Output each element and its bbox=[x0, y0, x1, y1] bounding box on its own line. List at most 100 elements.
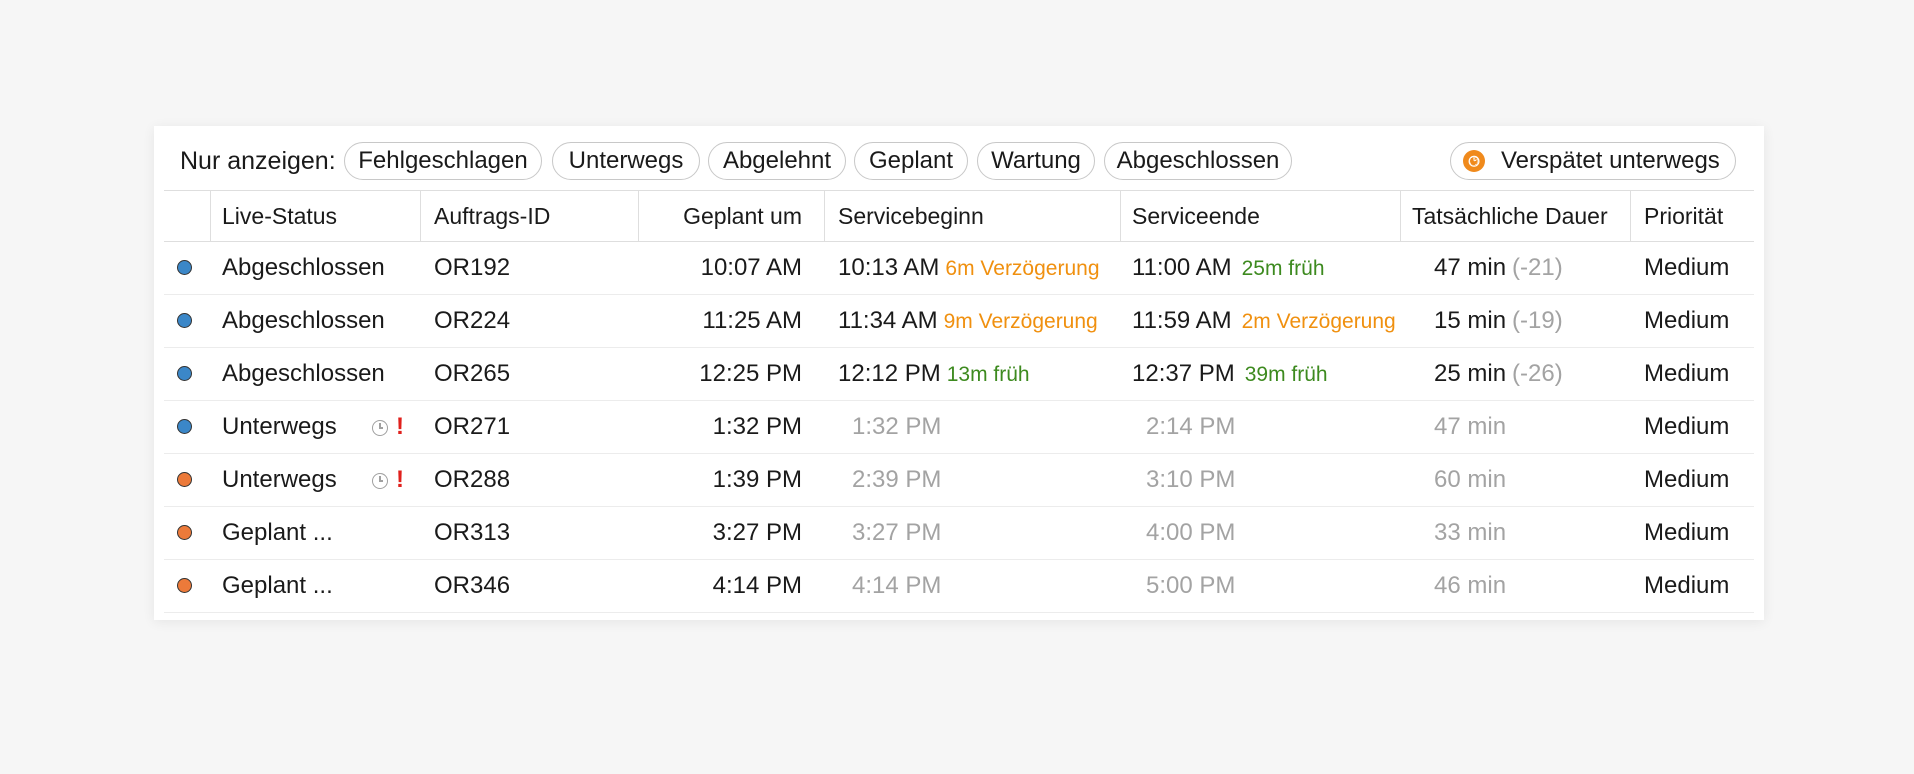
column-header-prioritaet[interactable]: Priorität bbox=[1644, 191, 1723, 241]
filter-chip-wartung[interactable]: Wartung bbox=[977, 142, 1095, 180]
filter-label: Nur anzeigen: bbox=[180, 147, 336, 175]
table-row[interactable]: Unterwegs! OR288 1:39 PM 2:39 PM 3:10 PM 60 m… bbox=[164, 454, 1754, 507]
table-row[interactable]: Unterwegs! OR271 1:32 PM 1:32 PM 2:14 PM 47 m… bbox=[164, 401, 1754, 454]
column-divider bbox=[1400, 191, 1401, 241]
service-start: 11:34 AM 9m Verzögerung bbox=[838, 295, 1098, 347]
status-dot-icon bbox=[177, 578, 192, 593]
status-dot-icon bbox=[177, 472, 192, 487]
actual-duration: 33 min bbox=[1434, 507, 1506, 559]
planned-time: 10:07 AM bbox=[700, 254, 802, 281]
table-row[interactable]: Geplant ... OR313 3:27 PM 3:27 PM 4:00 PM 33 … bbox=[164, 507, 1754, 560]
service-start-time: 11:34 AM bbox=[838, 307, 938, 334]
service-start-deviation: 13m früh bbox=[946, 363, 1030, 386]
status-dot-icon bbox=[177, 366, 192, 381]
order-id: OR271 bbox=[434, 413, 511, 440]
table-row[interactable]: Geplant ... OR346 4:14 PM 4:14 PM 5:00 PM 46 … bbox=[164, 560, 1754, 613]
planned-time: 4:14 PM bbox=[712, 572, 802, 599]
priority: Medium bbox=[1644, 254, 1730, 281]
late-chip-label: Verspätet unterwegs bbox=[1501, 147, 1720, 174]
priority: Medium bbox=[1644, 519, 1730, 546]
orders-panel: Nur anzeigen: Fehlgeschlagen Unterwegs A… bbox=[154, 126, 1764, 620]
table-header: Live-Status Auftrags-ID Geplant um Servi… bbox=[164, 190, 1754, 242]
table-row[interactable]: Abgeschlossen OR265 12:25 PM 12:12 PM 13m fr… bbox=[164, 348, 1754, 401]
duration-difference: (-26) bbox=[1512, 360, 1563, 387]
service-start: 10:13 AM 6m Verzögerung bbox=[838, 242, 1100, 294]
table-row[interactable]: Abgeschlossen OR192 10:07 AM 10:13 AM 6m Ver… bbox=[164, 242, 1754, 295]
order-id: OR224 bbox=[434, 307, 511, 334]
status-dot-icon bbox=[177, 313, 192, 328]
column-header-servicebeginn[interactable]: Servicebeginn bbox=[838, 191, 984, 241]
filter-chip-abgelehnt[interactable]: Abgelehnt bbox=[708, 142, 846, 180]
column-header-tatsaechliche-dauer[interactable]: Tatsächliche Dauer bbox=[1412, 191, 1608, 241]
service-start-time: 2:39 PM bbox=[852, 466, 942, 493]
service-start: 3:27 PM bbox=[852, 507, 941, 559]
live-status: Unterwegs bbox=[222, 466, 337, 493]
live-status: Unterwegs bbox=[222, 413, 337, 440]
service-end-deviation: 39m früh bbox=[1244, 363, 1328, 386]
service-end-time: 3:10 PM bbox=[1146, 466, 1236, 493]
planned-time: 3:27 PM bbox=[712, 519, 802, 546]
actual-duration-value: 33 min bbox=[1434, 519, 1507, 546]
order-id: OR288 bbox=[434, 466, 511, 493]
live-status: Geplant ... bbox=[222, 572, 333, 599]
service-end: 2:14 PM bbox=[1146, 401, 1235, 453]
priority: Medium bbox=[1644, 307, 1730, 334]
actual-duration: 47 min bbox=[1434, 401, 1506, 453]
actual-duration-value: 46 min bbox=[1434, 572, 1507, 599]
late-clock-icon: 🕑︎ bbox=[1463, 150, 1485, 172]
service-start: 4:14 PM bbox=[852, 560, 941, 612]
priority: Medium bbox=[1644, 360, 1730, 387]
column-divider bbox=[1120, 191, 1121, 241]
table-row[interactable]: Abgeschlossen OR224 11:25 AM 11:34 AM 9m Ver… bbox=[164, 295, 1754, 348]
service-start-deviation: 6m Verzögerung bbox=[945, 257, 1100, 280]
status-dot-icon bbox=[177, 525, 192, 540]
service-start: 12:12 PM 13m früh bbox=[838, 348, 1030, 400]
status-dot-icon bbox=[177, 419, 192, 434]
planned-time: 11:25 AM bbox=[702, 307, 802, 334]
service-end-deviation: 2m Verzögerung bbox=[1241, 310, 1396, 333]
filter-chip-verspaetet-unterwegs[interactable]: 🕑︎ Verspätet unterwegs bbox=[1450, 142, 1736, 180]
actual-duration-value: 25 min bbox=[1434, 360, 1507, 387]
order-id: OR346 bbox=[434, 572, 511, 599]
planned-time: 1:39 PM bbox=[712, 466, 802, 493]
column-header-geplant-um[interactable]: Geplant um bbox=[638, 191, 802, 241]
service-end: 3:10 PM bbox=[1146, 454, 1235, 506]
service-end-deviation: 25m früh bbox=[1241, 257, 1325, 280]
live-status: Abgeschlossen bbox=[222, 360, 385, 387]
service-end: 12:37 PM 39m früh bbox=[1132, 348, 1328, 400]
service-start-time: 12:12 PM bbox=[838, 360, 941, 387]
service-end-time: 5:00 PM bbox=[1146, 572, 1236, 599]
filter-chip-abgeschlossen[interactable]: Abgeschlossen bbox=[1104, 142, 1292, 180]
column-divider bbox=[420, 191, 421, 241]
priority: Medium bbox=[1644, 572, 1730, 599]
column-header-auftrags-id[interactable]: Auftrags-ID bbox=[434, 191, 550, 241]
filter-chip-unterwegs[interactable]: Unterwegs bbox=[552, 142, 700, 180]
actual-duration: 60 min bbox=[1434, 454, 1506, 506]
planned-time: 12:25 PM bbox=[699, 360, 802, 387]
column-divider bbox=[210, 191, 211, 241]
service-start-deviation: 9m Verzögerung bbox=[943, 310, 1098, 333]
service-end-time: 11:00 AM bbox=[1132, 254, 1232, 281]
service-end: 11:59 AM 2m Verzögerung bbox=[1132, 295, 1396, 347]
service-start: 2:39 PM bbox=[852, 454, 941, 506]
service-end: 5:00 PM bbox=[1146, 560, 1235, 612]
duration-difference: (-19) bbox=[1512, 307, 1563, 334]
service-start: 1:32 PM bbox=[852, 401, 941, 453]
clock-icon bbox=[372, 420, 388, 436]
column-header-serviceende[interactable]: Serviceende bbox=[1132, 191, 1260, 241]
actual-duration: 46 min bbox=[1434, 560, 1506, 612]
status-dot-icon bbox=[177, 260, 192, 275]
actual-duration-value: 47 min bbox=[1434, 413, 1507, 440]
filter-chip-fehlgeschlagen[interactable]: Fehlgeschlagen bbox=[344, 142, 542, 180]
duration-difference: (-21) bbox=[1512, 254, 1563, 281]
filter-chip-geplant[interactable]: Geplant bbox=[854, 142, 968, 180]
actual-duration-value: 60 min bbox=[1434, 466, 1507, 493]
live-status: Geplant ... bbox=[222, 519, 333, 546]
actual-duration: 25 min (-26) bbox=[1434, 348, 1563, 400]
actual-duration: 15 min (-19) bbox=[1434, 295, 1563, 347]
column-header-live-status[interactable]: Live-Status bbox=[222, 191, 337, 241]
service-end: 11:00 AM 25m früh bbox=[1132, 242, 1325, 294]
service-start-time: 1:32 PM bbox=[852, 413, 942, 440]
planned-time: 1:32 PM bbox=[712, 413, 802, 440]
column-divider bbox=[824, 191, 825, 241]
